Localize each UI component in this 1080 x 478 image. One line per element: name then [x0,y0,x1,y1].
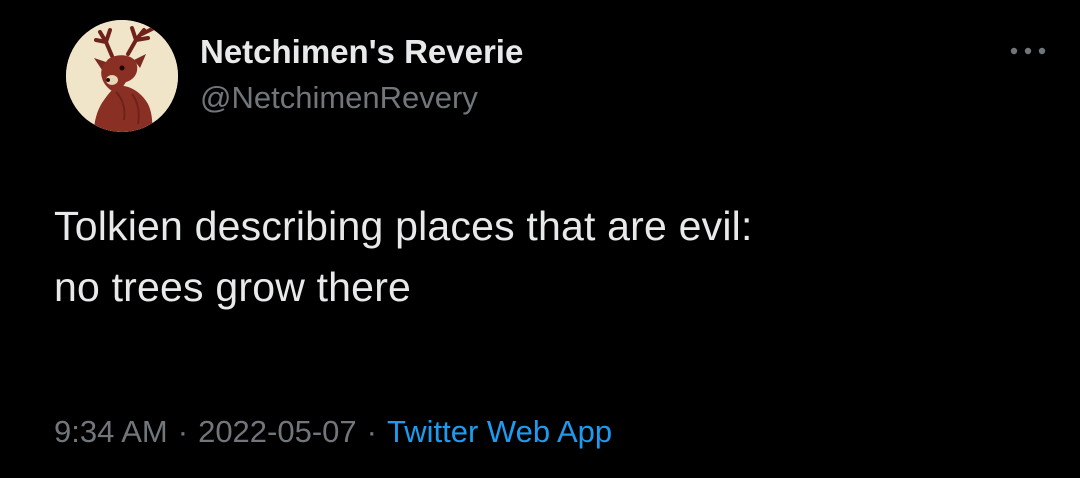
tweet-text-line: no trees grow there [54,264,412,310]
author-block: Netchimen's Reverie @NetchimenRevery [200,32,523,118]
tweet-card: Netchimen's Reverie @NetchimenRevery Tol… [0,0,1080,478]
tweet-meta: 9:34 AM · 2022-05-07 · Twitter Web App [54,412,612,452]
tweet-date[interactable]: 2022-05-07 [198,414,357,449]
tweet-source-link[interactable]: Twitter Web App [387,414,612,449]
meta-separator: · [177,414,189,449]
meta-separator: · [366,414,377,449]
profile-avatar[interactable] [66,20,178,132]
tweet-text: Tolkien describing places that are evil:… [54,196,1044,318]
more-options-icon [1010,47,1046,55]
tweet-time[interactable]: 9:34 AM [54,414,168,449]
more-options-button[interactable] [1000,36,1056,66]
deer-avatar-icon [66,20,178,132]
tweet-text-line: Tolkien describing places that are evil: [54,203,753,249]
author-handle[interactable]: @NetchimenRevery [200,78,523,118]
author-display-name[interactable]: Netchimen's Reverie [200,32,523,72]
